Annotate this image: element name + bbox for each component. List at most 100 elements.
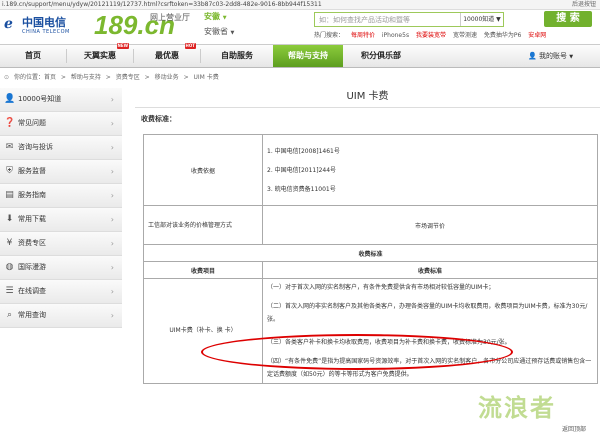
search-input[interactable]: 如：如何查找产品活动和暨等 10000知道 ▼ (314, 12, 504, 27)
main-content: UIM 卡费 收费标准： 收费依据 1. 中国电信[2008]1461号 2. … (135, 88, 600, 384)
province-selector[interactable]: 安徽 ▼ (204, 11, 227, 22)
hot-link[interactable]: 免费抽华为P6 (484, 32, 521, 39)
crumb-home[interactable]: 你的位置：首页 (14, 74, 56, 81)
nav-points-club[interactable]: 积分俱乐部 (343, 45, 419, 67)
sidebar-item-10000[interactable]: 👤 10000号知道 › (0, 88, 122, 112)
sidebar: 👤 10000号知道 › ❓ 常见问题 › ✉ 咨询与投诉 › ⛨ 服务监督 › ▤ 服务指南 › … (0, 88, 122, 328)
person-icon: 👤 (528, 52, 537, 60)
rule-text: （二）首次入网的非实名制客户及其他各类客户，办理各类容量的UIM卡均收取费用，收… (267, 303, 588, 323)
breadcrumb: ⊙ 你的位置：首页 > 帮助与支持 > 资费专区 > 移动业务 > UIM 卡费 (4, 74, 219, 81)
std-header: 收费标准 (143, 244, 598, 262)
crumb-mobile[interactable]: 移动业务 (155, 74, 179, 81)
back-to-top-button[interactable]: 返回顶部 (562, 424, 586, 433)
nav-tianyi[interactable]: 天翼实惠 NEW (67, 43, 133, 67)
sidebar-item-supervision[interactable]: ⛨ 服务监督 › (0, 160, 122, 184)
chat-icon: ✉ (5, 142, 14, 152)
nav-best-offer[interactable]: 最优惠 HOT (134, 43, 200, 67)
survey-icon: ☰ (5, 286, 14, 296)
chevron-right-icon: › (110, 287, 114, 296)
sidebar-item-complaint[interactable]: ✉ 咨询与投诉 › (0, 136, 122, 160)
fee-table: 收费依据 1. 中国电信[2008]1461号 2. 中国电信[2011]244… (143, 134, 598, 384)
basis-cell: 1. 中国电信[2008]1461号 2. 中国电信[2011]244号 3. … (262, 134, 598, 206)
globe-icon: ◍ (5, 262, 14, 272)
chevron-down-icon: ▼ (222, 15, 227, 21)
chevron-right-icon: › (110, 119, 114, 128)
location-icon: ⊙ (4, 74, 10, 81)
url-text[interactable]: i.189.cn/support/menu/ydyw/20121119/1273… (2, 0, 322, 9)
hot-link[interactable]: 安卓网 (528, 32, 546, 39)
city-selector[interactable]: 安徽省 ▼ (204, 26, 234, 37)
sidebar-item-query[interactable]: ⌕ 常用查询 › (0, 304, 122, 328)
basis-item: 3. 皖电信资费备11001号 (267, 185, 336, 193)
nav-self-service[interactable]: 自助服务 (201, 45, 273, 67)
person-icon: 👤 (4, 94, 16, 104)
search-button[interactable]: 搜 索 (544, 11, 592, 27)
sidebar-item-roaming[interactable]: ◍ 国际漫游 › (0, 256, 122, 280)
main-nav: 首页 天翼实惠 NEW 最优惠 HOT 自助服务 帮助与支持 积分俱乐部 👤 我的账… (0, 43, 600, 68)
chevron-right-icon: › (110, 263, 114, 272)
rule-text: （一）对于首次入网的实名制客户，有条件免费提供含有市场相对较低容量的UIM卡； (267, 284, 495, 291)
sidebar-item-faq[interactable]: ❓ 常见问题 › (0, 112, 122, 136)
chevron-right-icon: › (110, 143, 114, 152)
table-row: 收费项目 收费标准 (143, 261, 598, 279)
logo-text-en: CHINA TELECOM (22, 29, 70, 35)
hot-link[interactable]: 每周特价 (351, 32, 375, 39)
logo-text-cn[interactable]: 中国电信 (22, 14, 66, 30)
sidebar-item-survey[interactable]: ☰ 在线调查 › (0, 280, 122, 304)
money-icon: ¥ (6, 238, 13, 248)
chevron-right-icon: › (110, 239, 114, 248)
watermark: 流浪者 (478, 394, 556, 422)
crumb-help[interactable]: 帮助与支持 (71, 74, 101, 81)
basis-label: 收费依据 (143, 134, 263, 206)
net-hall-label: 网上营业厅 (150, 13, 190, 22)
browser-url-bar[interactable]: i.189.cn/support/menu/ydyw/20121119/1273… (0, 0, 600, 10)
chevron-right-icon: › (110, 95, 114, 104)
table-row: UIM卡费（补卡、换 卡） （一）对于首次入网的实名制客户，有条件免费提供含有市… (143, 278, 598, 384)
hot-search-links: 热门搜索： 每周特价 iPhone5s 我要装宽带 宽带测速 免费抽华为P6 安… (314, 30, 551, 39)
page-title: UIM 卡费 (346, 91, 389, 102)
crumb-current: UIM 卡费 (193, 74, 219, 81)
col-item-header: 收费项目 (143, 261, 263, 279)
fee-standard-label: 收费标准： (141, 115, 176, 123)
search-icon: ⌕ (6, 310, 13, 320)
new-badge: NEW (116, 43, 129, 49)
chevron-right-icon: › (110, 215, 114, 224)
shield-icon: ⛨ (6, 166, 13, 176)
table-row: 收费标准 (143, 244, 598, 262)
nav-help[interactable]: 帮助与支持 (273, 45, 343, 67)
table-row: 收费依据 1. 中国电信[2008]1461号 2. 中国电信[2011]244… (143, 134, 598, 206)
chevron-down-icon: ▼ (230, 30, 235, 36)
mgmt-label: 工信部对该业务的价格管理方式 (143, 205, 263, 245)
sidebar-item-fees[interactable]: ¥ 资费专区 › (0, 232, 122, 256)
table-row: 工信部对该业务的价格管理方式 市场调节价 (143, 205, 598, 245)
item-name: UIM卡费（补卡、换 卡） (143, 278, 263, 384)
back-button[interactable]: 后退按钮 (572, 0, 596, 9)
basis-item: 1. 中国电信[2008]1461号 (267, 147, 340, 155)
download-icon: ⬇ (5, 214, 14, 224)
hot-search-label: 热门搜索： (314, 32, 345, 39)
search-scope-select[interactable]: 10000知道 ▼ (460, 13, 503, 26)
hot-link[interactable]: 宽带测速 (453, 32, 477, 39)
hot-link[interactable]: iPhone5s (382, 32, 409, 39)
crumb-fees[interactable]: 资费专区 (116, 74, 140, 81)
sidebar-item-guide[interactable]: ▤ 服务指南 › (0, 184, 122, 208)
search-placeholder: 如：如何查找产品活动和暨等 (319, 16, 410, 24)
basis-item: 2. 中国电信[2011]244号 (267, 166, 337, 174)
rule-text: （四）“有条件免费”是指为提高国家码号资源效率，对于首次入网的实名制客户，各市分… (267, 358, 592, 378)
question-icon: ❓ (4, 118, 16, 128)
chevron-right-icon: › (110, 311, 114, 320)
chevron-down-icon: ▼ (569, 54, 574, 60)
mgmt-value: 市场调节价 (262, 205, 598, 245)
sidebar-item-download[interactable]: ⬇ 常用下载 › (0, 208, 122, 232)
rules-cell: （一）对于首次入网的实名制客户，有条件免费提供含有市场相对较低容量的UIM卡； … (262, 278, 598, 384)
hot-link[interactable]: 我要装宽带 (416, 32, 446, 39)
my-account-menu[interactable]: 👤 我的账号 ▼ (528, 45, 573, 67)
chevron-right-icon: › (110, 191, 114, 200)
rule-text: （三）各类客户补卡和换卡均收取费用，收费项目为补卡费和换卡费，收费标准为30元/… (267, 339, 511, 346)
hot-badge: HOT (184, 43, 196, 49)
col-std-header: 收费标准 (262, 261, 598, 279)
book-icon: ▤ (5, 190, 14, 200)
telecom-logo-icon[interactable]: ℯ (4, 16, 19, 32)
nav-home[interactable]: 首页 (0, 45, 66, 67)
site-header: ℯ 中国电信 CHINA TELECOM 189.cn 网上营业厅 安徽 ▼ 安… (0, 10, 600, 44)
